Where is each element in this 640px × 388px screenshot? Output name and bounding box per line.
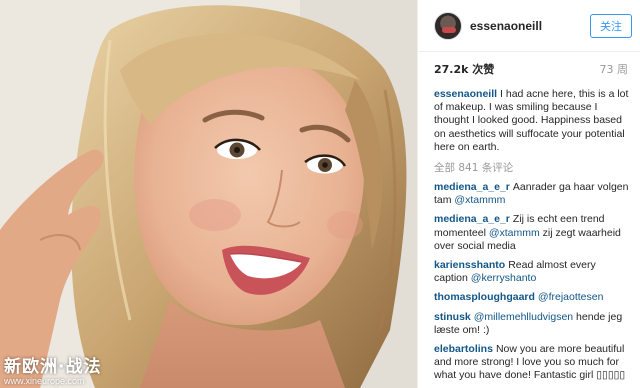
comment-username[interactable]: thomasploughgaard	[434, 291, 535, 303]
comment-username[interactable]: elebartolins	[434, 343, 493, 355]
post-stats: 27.2k 次赞 73 周	[418, 52, 640, 86]
watermark: 新欧洲·战法 www.xineurope.com	[4, 358, 101, 386]
comment-mention[interactable]: @frejaottesen	[538, 291, 604, 303]
portrait-illustration	[0, 0, 417, 388]
caption: essenaoneill I had acne here, this is a l…	[434, 88, 630, 154]
watermark-title: 新欧洲·战法	[4, 357, 102, 377]
view-all-comments-link[interactable]: 全部 841 条评论	[434, 160, 630, 175]
comment-item: elebartolins Now you are more beautiful a…	[434, 343, 630, 383]
comment-username[interactable]: mediena_a_e_r	[434, 213, 510, 225]
comment-item: kariensshanto Read almost every caption @…	[434, 259, 630, 285]
comment-item: mediena_a_e_r Zij is echt een trend momen…	[434, 213, 630, 253]
comment-item: thomasploughgaard @frejaottesen	[434, 291, 630, 304]
comment-mention[interactable]: @millemehlludvigsen	[474, 311, 573, 323]
avatar[interactable]	[434, 11, 462, 40]
post-header: essenaoneill 关注	[418, 0, 640, 52]
post-age[interactable]: 73 周	[600, 61, 629, 77]
comment-mention[interactable]: @kerryshanto	[471, 272, 537, 284]
post-side-panel: essenaoneill 关注 27.2k 次赞 73 周 essenaonei…	[417, 0, 640, 388]
header-username[interactable]: essenaoneill	[470, 19, 590, 33]
likes-count[interactable]: 27.2k 次赞	[434, 61, 494, 77]
comment-item: stinusk @millemehlludvigsen hende jeg læs…	[434, 311, 630, 337]
post-photo[interactable]: 新欧洲·战法 www.xineurope.com	[0, 0, 417, 388]
comment-username[interactable]: mediena_a_e_r	[434, 181, 510, 193]
watermark-url: www.xineurope.com	[4, 376, 85, 386]
comments-list: essenaoneill I had acne here, this is a l…	[418, 86, 640, 383]
caption-username[interactable]: essenaoneill	[434, 88, 497, 100]
comment-mention[interactable]: @xtammm	[454, 194, 505, 206]
comment-item: mediena_a_e_r Aanrader ga haar volgen tam…	[434, 181, 630, 207]
comment-username[interactable]: stinusk	[434, 311, 471, 323]
follow-button[interactable]: 关注	[590, 13, 632, 38]
comment-username[interactable]: kariensshanto	[434, 259, 505, 271]
comment-mention[interactable]: @xtammm	[489, 227, 540, 239]
